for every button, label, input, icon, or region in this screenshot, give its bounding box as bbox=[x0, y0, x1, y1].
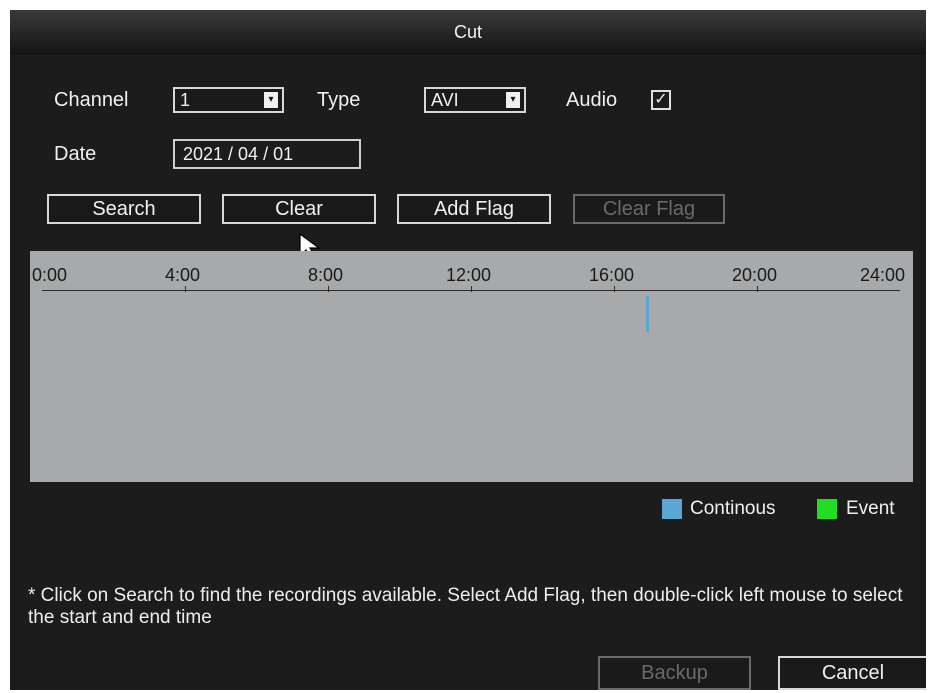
timeline-tick-label: 24:00 bbox=[860, 265, 906, 285]
timeline-tick bbox=[185, 286, 186, 292]
clear-flag-button[interactable]: Clear Flag bbox=[573, 194, 725, 224]
clear-button[interactable]: Clear bbox=[222, 194, 376, 224]
chevron-down-icon: ▾ bbox=[506, 92, 520, 108]
instruction-note: * Click on Search to find the recordings… bbox=[28, 585, 903, 628]
timeline-tick bbox=[757, 286, 758, 292]
cancel-button[interactable]: Cancel bbox=[778, 656, 926, 690]
add-flag-button[interactable]: Add Flag bbox=[397, 194, 551, 224]
event-legend-swatch bbox=[817, 499, 837, 519]
timeline-tick-label: 0:00 bbox=[32, 265, 68, 285]
search-button[interactable]: Search bbox=[47, 194, 201, 224]
recording-timeline[interactable]: 0:00 4:00 8:00 12:00 16:00 20:00 24:00 bbox=[30, 251, 913, 482]
backup-button[interactable]: Backup bbox=[598, 656, 751, 690]
channel-select[interactable]: 1 ▾ bbox=[173, 87, 284, 113]
date-label: Date bbox=[54, 143, 97, 165]
continous-legend-label: Continous bbox=[690, 498, 776, 519]
type-label: Type bbox=[317, 89, 361, 111]
date-field[interactable]: 2021 / 04 / 01 bbox=[173, 139, 361, 169]
timeline-tick-label: 8:00 bbox=[308, 265, 344, 285]
type-value: AVI bbox=[431, 90, 459, 110]
event-legend-label: Event bbox=[846, 498, 895, 519]
timeline-tick bbox=[614, 286, 615, 292]
dialog-title: Cut bbox=[10, 10, 926, 55]
continous-legend-swatch bbox=[662, 499, 682, 519]
channel-value: 1 bbox=[180, 90, 191, 110]
audio-checkbox[interactable]: ✓ bbox=[651, 90, 671, 110]
timeline-tick bbox=[471, 286, 472, 292]
timeline-tick-label: 20:00 bbox=[732, 265, 778, 285]
recording-segment bbox=[646, 296, 650, 332]
audio-label: Audio bbox=[566, 89, 618, 111]
type-select[interactable]: AVI ▾ bbox=[424, 87, 526, 113]
timeline-tick-label: 4:00 bbox=[165, 265, 201, 285]
channel-label: Channel bbox=[54, 89, 129, 111]
cut-dialog: Cut Channel 1 ▾ Type AVI ▾ Audio ✓ Date … bbox=[10, 10, 926, 690]
timeline-tick-label: 12:00 bbox=[446, 265, 492, 285]
timeline-tick-label: 16:00 bbox=[589, 265, 635, 285]
chevron-down-icon: ▾ bbox=[264, 92, 278, 108]
check-icon: ✓ bbox=[654, 91, 668, 108]
timeline-tick bbox=[328, 286, 329, 292]
